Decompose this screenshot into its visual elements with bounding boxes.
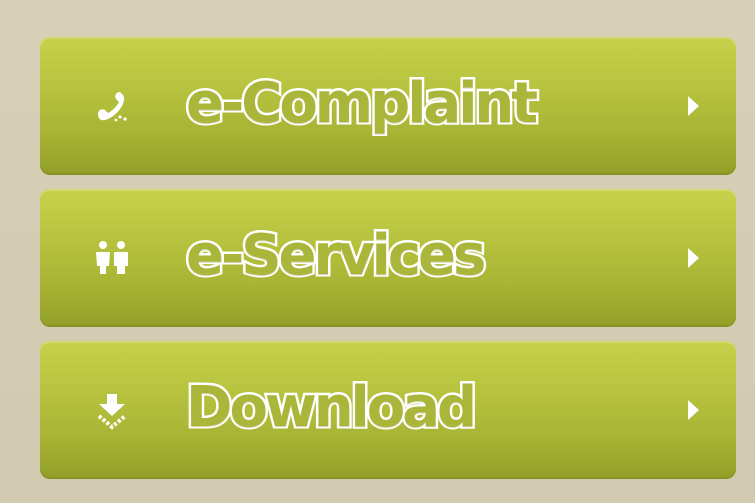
e-complaint-button[interactable]: e-Complaint (40, 37, 736, 175)
e-services-button[interactable]: e-Services (40, 189, 736, 327)
download-button[interactable]: Download (40, 341, 736, 479)
download-icon (92, 390, 132, 430)
e-services-label: e-Services (183, 220, 488, 290)
people-icon (92, 238, 132, 278)
e-complaint-label: e-Complaint (183, 68, 540, 138)
download-label: Download (183, 372, 479, 442)
phone-icon (92, 86, 132, 126)
chevron-right-icon (686, 399, 700, 421)
side-menu: e-Complaint e-Services Download (40, 37, 736, 479)
chevron-right-icon (686, 247, 700, 269)
chevron-right-icon (686, 95, 700, 117)
